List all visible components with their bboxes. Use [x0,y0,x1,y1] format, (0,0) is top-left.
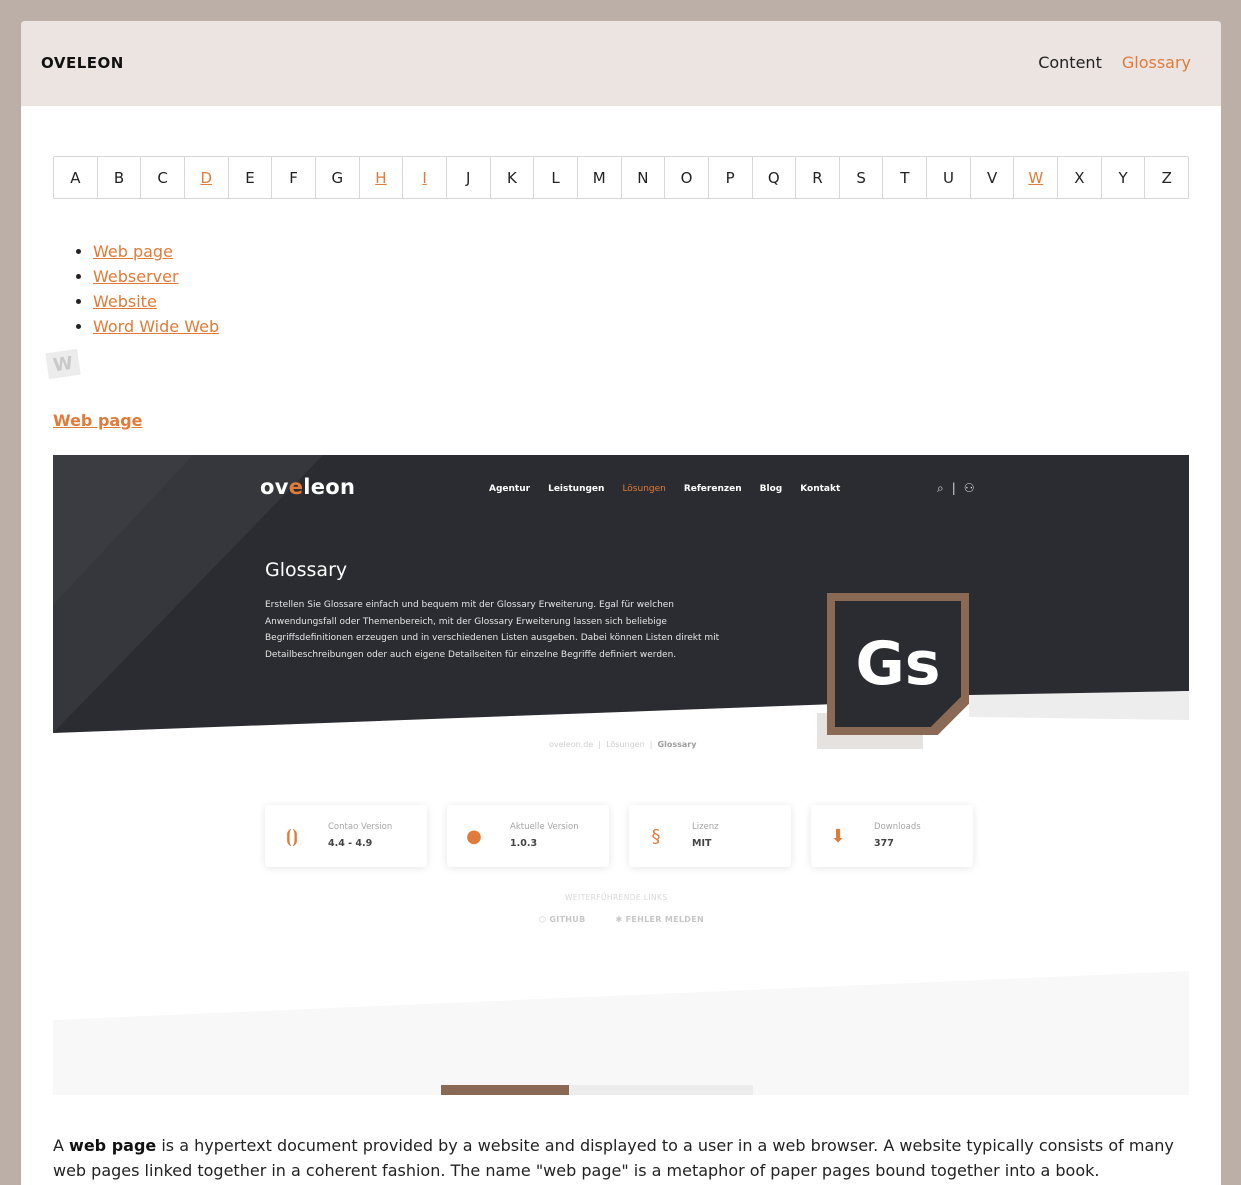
download-icon: ⬇ [830,825,846,847]
contao-icon: ⦗⦘ [286,825,298,847]
info-cards: ⦗⦘ Contao Version 4.4 - 4.9 ● Aktuelle V… [265,805,973,867]
glossary-page: OVELEON Content Glossary ABCDEFGHIJKLMNO… [21,21,1221,1185]
screenshot-logo: oveleon [260,475,356,499]
alphabet-letter-r: R [796,157,840,198]
glossary-tile-text: Gs [835,601,961,727]
alphabet-letter-s: S [840,157,884,198]
github-icon: ⬡ [539,915,547,924]
alphabet-letter-p: P [709,157,753,198]
alphabet-letter-c: C [141,157,185,198]
alphabet-letter-x: X [1058,157,1102,198]
screenshot-nav-item: Lösungen [622,484,666,494]
alphabet-letter-t: T [883,157,928,198]
alphabet-letter-q: Q [753,157,797,198]
term-link-webserver[interactable]: Webserver [93,267,179,286]
more-links-title: WEITERFÜHRENDE LINKS [565,893,668,902]
info-card-contao: ⦗⦘ Contao Version 4.4 - 4.9 [265,805,427,867]
alphabet-letter-a: A [54,157,98,198]
alphabet-letter-v: V [971,157,1015,198]
term-link-website[interactable]: Website [93,292,157,311]
screenshot-nav-item: Kontakt [800,484,841,494]
alphabet-letter-g: G [316,157,360,198]
info-card-license: § Lizenz MIT [629,805,791,867]
nav-content[interactable]: Content [1038,53,1102,72]
info-card-version: ● Aktuelle Version 1.0.3 [447,805,609,867]
alphabet-letter-b: B [98,157,142,198]
alphabet-letter-k: K [491,157,535,198]
alphabet-letter-u: U [927,157,971,198]
alphabet-letter-w[interactable]: W [1014,157,1059,198]
screenshot-nav-item: Referenzen [683,484,742,494]
bug-icon: ✱ [615,915,623,924]
top-bar: OVELEON Content Glossary [21,21,1221,106]
screenshot-nav-item: Leistungen [548,484,605,494]
alphabet-letter-o: O [665,157,709,198]
alphabet-letter-h[interactable]: H [360,157,404,198]
section-letter-badge: W [45,348,81,380]
list-item: Website [93,289,219,314]
term-title[interactable]: Web page [53,411,143,430]
alphabet-letter-f: F [272,157,316,198]
screenshot-description: Erstellen Sie Glossare einfach und beque… [265,600,720,660]
term-list: Web page Webserver Website Word Wide Web [59,239,219,339]
hero-background [53,455,1189,1095]
alphabet-index: ABCDEFGHIJKLMNOPQRSTUVWXYZ [53,156,1189,199]
info-card-downloads: ⬇ Downloads 377 [811,805,973,867]
alphabet-letter-d[interactable]: D [185,157,229,198]
entry-image: oveleon Agentur Leistungen Lösungen Refe… [53,455,1189,1095]
alphabet-letter-i[interactable]: I [403,157,447,198]
search-icon: ⌕ [937,481,944,495]
alphabet-letter-l: L [534,157,578,198]
nav-glossary[interactable]: Glossary [1122,53,1191,72]
list-item: Word Wide Web [93,314,219,339]
version-icon: ● [466,825,482,847]
glossary-tile: Gs [827,593,969,735]
main-nav: Content Glossary [1038,53,1191,72]
alphabet-letter-n: N [622,157,666,198]
divider: | [951,481,956,495]
term-description: A web page is a hypertext document provi… [53,1136,1174,1180]
bug-report-link: ✱ FEHLER MELDEN [615,915,704,924]
github-link: ⬡ GITHUB [539,915,586,924]
list-item: Web page [93,239,219,264]
alphabet-letter-e: E [229,157,273,198]
breadcrumb: oveleon.de | Lösungen | Glossary [549,740,697,749]
screenshot-header-icons: ⌕ | ⚇ [937,481,975,496]
term-link-word-wide-web[interactable]: Word Wide Web [93,317,219,336]
alphabet-letter-y: Y [1102,157,1146,198]
term-link-web-page[interactable]: Web page [93,242,173,261]
alphabet-letter-m: M [578,157,622,198]
user-icon: ⚇ [963,481,975,495]
license-icon: § [651,825,661,847]
more-links: ⬡ GITHUB ✱ FEHLER MELDEN [539,915,704,924]
screenshot-nav-item: Blog [759,484,783,494]
screenshot-title: Glossary [265,559,348,581]
list-item: Webserver [93,264,219,289]
brand-logo[interactable]: OVELEON [41,54,124,72]
alphabet-letter-j: J [447,157,491,198]
alphabet-letter-z: Z [1161,168,1172,187]
screenshot-nav-item: Agentur [489,484,531,494]
screenshot-nav: Agentur Leistungen Lösungen Referenzen B… [489,484,840,494]
